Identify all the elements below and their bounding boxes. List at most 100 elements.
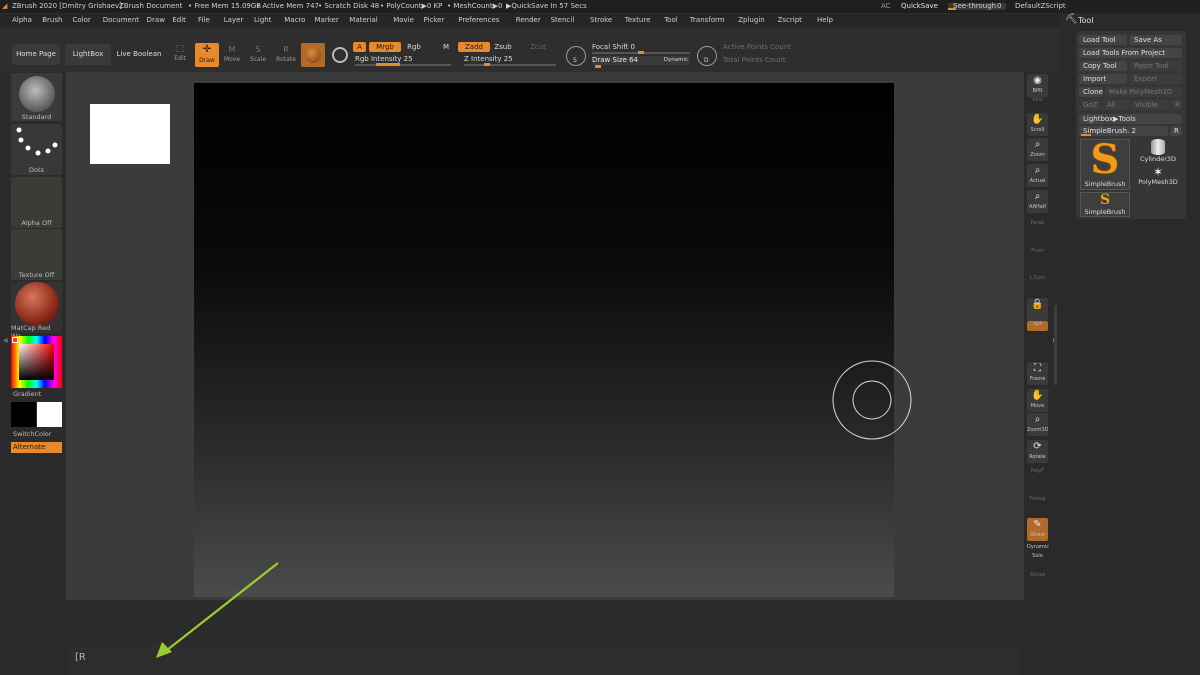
rgb-button[interactable]: Rgb xyxy=(404,42,424,52)
primary-color-swatch[interactable] xyxy=(37,402,62,427)
m-button[interactable]: M xyxy=(439,42,453,52)
home-page-button[interactable]: Home Page xyxy=(12,44,60,65)
tool-thumb-simplebrush[interactable]: S SimpleBrush xyxy=(1080,139,1130,190)
menu-render[interactable]: Render xyxy=(516,14,541,27)
z-intensity-slider[interactable] xyxy=(464,64,556,66)
shelf-bpr-button[interactable]: ◉ BPR xyxy=(1027,74,1048,97)
menu-texture[interactable]: Texture xyxy=(625,14,651,27)
move-button[interactable]: M Move xyxy=(222,43,242,65)
menu-light[interactable]: Light xyxy=(254,14,271,27)
tool-thumb-polymesh3d[interactable]: ✶ PolyMesh3D xyxy=(1133,166,1183,190)
import-button[interactable]: Import xyxy=(1079,74,1127,84)
menu-preferences[interactable]: Preferences xyxy=(458,14,499,27)
draw-button[interactable]: ✛ Draw xyxy=(195,43,219,67)
color-picker[interactable] xyxy=(11,336,62,388)
scale-button[interactable]: S Scale xyxy=(248,43,268,65)
menu-document[interactable]: Document xyxy=(103,14,139,27)
load-tools-from-project-button[interactable]: Load Tools From Project xyxy=(1079,48,1182,58)
lightbox-tools-button[interactable]: Lightbox▶Tools xyxy=(1079,114,1182,124)
live-boolean-button[interactable]: Live Boolean xyxy=(114,44,164,65)
shelf-frame-button[interactable]: ⛶ Frame xyxy=(1027,362,1048,385)
save-as-button[interactable]: Save As xyxy=(1130,35,1182,45)
document-canvas[interactable] xyxy=(194,83,894,597)
menu-marker[interactable]: Marker xyxy=(315,14,339,27)
shelf-actual-button[interactable]: ⌕ Actual xyxy=(1027,164,1048,187)
menu-zscript[interactable]: Zscript xyxy=(778,14,802,27)
dynamic-toggle[interactable]: Dynamic xyxy=(664,56,688,65)
color-sv-square[interactable] xyxy=(19,344,54,380)
shelf-polyf-button[interactable]: PolyF xyxy=(1027,468,1048,491)
shelf-zoom3d-button[interactable]: ⌕ Zoom3D xyxy=(1027,413,1048,436)
menu-material[interactable]: Material xyxy=(349,14,377,27)
zadd-button[interactable]: Zadd xyxy=(458,42,490,52)
menu-color[interactable]: Color xyxy=(73,14,91,27)
shelf-move-button[interactable]: ✋ Move xyxy=(1027,389,1048,412)
shelf-floor-button[interactable]: Floor xyxy=(1027,248,1048,271)
document-navigator-thumbnail[interactable] xyxy=(90,104,170,164)
load-tool-button[interactable]: Load Tool xyxy=(1079,35,1127,45)
menu-stroke[interactable]: Stroke xyxy=(590,14,612,27)
a-button[interactable]: A xyxy=(353,42,366,52)
goz-button[interactable]: GoZ xyxy=(1079,100,1101,110)
paste-tool-button[interactable]: Paste Tool xyxy=(1130,61,1182,71)
d-toggle[interactable]: D xyxy=(697,46,717,66)
menu-help[interactable]: Help xyxy=(817,14,833,27)
menu-alpha[interactable]: Alpha xyxy=(12,14,32,27)
menu-picker[interactable]: Picker xyxy=(423,14,444,27)
rgb-intensity-slider[interactable] xyxy=(355,64,451,66)
menu-stencil[interactable]: Stencil xyxy=(551,14,575,27)
menu-macro[interactable]: Macro xyxy=(284,14,305,27)
menu-brush[interactable]: Brush xyxy=(42,14,62,27)
zsub-button[interactable]: Zsub xyxy=(492,42,514,52)
material-swatch[interactable] xyxy=(301,43,325,67)
menu-zplugin[interactable]: Zplugin xyxy=(738,14,764,27)
s-toggle[interactable]: S xyxy=(566,46,586,66)
all-button[interactable]: All xyxy=(1103,100,1129,110)
zcut-button[interactable]: Zcut xyxy=(527,42,549,52)
shelf-zoom-button[interactable]: ⌕ Zoom xyxy=(1027,138,1048,161)
lightbox-button[interactable]: LightBox xyxy=(65,44,111,65)
switch-color-button[interactable]: SwitchColor xyxy=(13,430,64,438)
edit-button[interactable]: ⬚ Edit xyxy=(170,43,190,65)
tool-palette-title[interactable]: Tool xyxy=(1078,16,1094,25)
clone-button[interactable]: Clone xyxy=(1079,87,1103,97)
menu-draw[interactable]: Draw xyxy=(147,14,165,27)
menu-edit[interactable]: Edit xyxy=(172,14,186,27)
menu-layer[interactable]: Layer xyxy=(224,14,244,27)
quicksave-button[interactable]: QuickSave xyxy=(901,0,938,13)
shelf-rotate-button[interactable]: ⟳ Rotate xyxy=(1027,440,1048,463)
right-shelf-scrollbar[interactable] xyxy=(1054,305,1057,385)
left-collapse-icon[interactable]: ◀ xyxy=(3,337,8,344)
menu-movie[interactable]: Movie xyxy=(393,14,414,27)
visible-button[interactable]: Visible xyxy=(1131,100,1169,110)
shelf-xpose-button[interactable]: Xpose xyxy=(1027,572,1048,595)
export-button[interactable]: Export xyxy=(1130,74,1182,84)
shelf-solo-button[interactable]: Solo xyxy=(1027,553,1048,563)
alternate-button[interactable]: Alternate xyxy=(11,442,62,453)
draw-size-slider[interactable]: Draw Size 64 Dynamic xyxy=(592,56,690,65)
menu-transform[interactable]: Transform xyxy=(690,14,725,27)
shelf-ghost-button[interactable]: ✎ Ghost xyxy=(1027,518,1048,541)
shelf-lsym-button[interactable]: L.Sym xyxy=(1027,275,1048,298)
shelf-scroll-button[interactable]: ✋ Scroll xyxy=(1027,113,1048,136)
secondary-color-swatch[interactable] xyxy=(11,402,36,427)
shelf-xyz-button[interactable]: xyz xyxy=(1027,321,1048,331)
shelf-lock-button[interactable]: 🔒 xyxy=(1027,298,1048,321)
current-tool-slider[interactable]: SimpleBrush. 2 xyxy=(1079,126,1168,136)
shelf-transp-button[interactable]: Transp xyxy=(1027,496,1048,519)
shelf-aahalf-button[interactable]: ⌕ AAHalf xyxy=(1027,190,1048,213)
rotate-button[interactable]: R Rotate xyxy=(275,43,297,65)
tool-r-button[interactable]: R xyxy=(1170,126,1182,136)
tool-thumb-simplebrush-2[interactable]: S SimpleBrush xyxy=(1080,192,1130,217)
ring-button[interactable] xyxy=(329,43,351,67)
note-text[interactable]: [R xyxy=(75,652,86,663)
menu-tool[interactable]: Tool xyxy=(664,14,678,27)
menu-file[interactable]: File xyxy=(198,14,210,27)
default-zscript[interactable]: DefaultZScript xyxy=(1015,0,1066,13)
ac-button[interactable]: AC xyxy=(881,0,891,13)
shelf-spix-button[interactable]: SPix xyxy=(1027,97,1048,107)
r-button[interactable]: R xyxy=(1171,100,1182,110)
copy-tool-button[interactable]: Copy Tool xyxy=(1079,61,1127,71)
make-polymesh3d-button[interactable]: Make PolyMesh3D xyxy=(1105,87,1182,97)
mrgb-button[interactable]: Mrgb xyxy=(369,42,401,52)
